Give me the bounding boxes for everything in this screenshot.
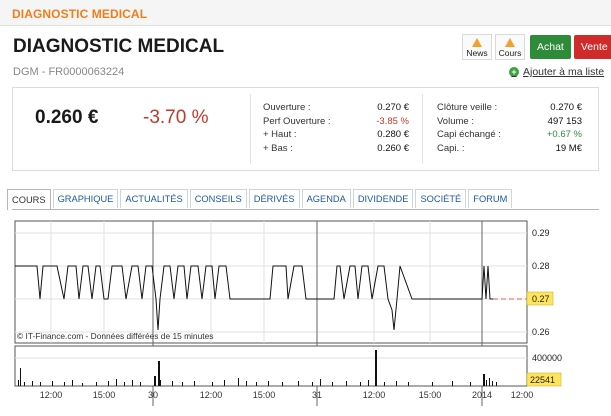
current-price-value: 0.27 xyxy=(532,294,550,304)
cours-button[interactable]: Cours xyxy=(495,34,525,60)
brand-title: DIAGNOSTIC MEDICAL xyxy=(12,7,148,21)
data-credit: © IT-Finance.com - Données différées de … xyxy=(17,331,213,341)
price-tick-label: 0.28 xyxy=(532,261,550,271)
divider xyxy=(250,94,251,164)
action-bar: News Cours Achat Vente xyxy=(462,34,611,60)
tab-dividende[interactable]: DIVIDENDE xyxy=(352,189,414,208)
news-label: News xyxy=(466,48,488,58)
quote-panel: 0.260 € -3.70 % Ouverture :0.270 € Perf … xyxy=(12,87,599,171)
watchlist-label: Ajouter à ma liste xyxy=(523,66,605,78)
price-chart-panel: 0.29 0.28 0.26 0.27 © IT-Finance.com - D… xyxy=(12,209,599,411)
stat-row: Capi échangé : +0.67 % xyxy=(437,129,582,140)
time-tick-label: 30 xyxy=(148,390,158,400)
tab-forum[interactable]: FORUM xyxy=(468,189,513,208)
volume-tick-label: 400000 xyxy=(532,353,562,363)
intraday-chart: 0.29 0.28 0.26 0.27 © IT-Finance.com - D… xyxy=(14,220,562,406)
tab-derives[interactable]: DÉRIVÉS xyxy=(248,189,300,208)
cours-label: Cours xyxy=(498,48,522,58)
stat-row: Ouverture :0.270 € xyxy=(263,102,409,113)
stat-row: + Haut :0.280 € xyxy=(263,129,409,140)
tab-agenda[interactable]: AGENDA xyxy=(301,189,351,208)
divider xyxy=(422,94,423,164)
time-tick-label: 12:00 xyxy=(200,390,223,400)
time-tick-label: 2014 xyxy=(472,390,492,400)
stock-title: DIAGNOSTIC MEDICAL xyxy=(13,36,225,57)
last-price: 0.260 € xyxy=(35,107,99,128)
stat-row: Clôture veille :0.270 € xyxy=(437,102,582,113)
time-tick-label: 12:00 xyxy=(363,390,386,400)
tab-conseils[interactable]: CONSEILS xyxy=(189,189,247,208)
current-volume-value: 22541 xyxy=(530,375,555,385)
price-change: -3.70 % xyxy=(143,107,209,128)
time-axis-labels: 12:00 15:00 30 12:00 15:00 31 12:00 15:0… xyxy=(40,390,534,400)
stat-row: + Bas :0.260 € xyxy=(263,142,409,154)
megaphone-icon xyxy=(505,38,515,47)
price-tick-label: 0.29 xyxy=(532,228,550,238)
time-tick-label: 15:00 xyxy=(419,390,442,400)
plus-icon: + xyxy=(509,67,519,77)
tab-bar: COURS GRAPHIQUE ACTUALITÉS CONSEILS DÉRI… xyxy=(7,189,514,210)
time-tick-label: 12:00 xyxy=(40,390,63,400)
top-bar: DIAGNOSTIC MEDICAL xyxy=(0,0,611,26)
stat-row: Capi. :19 M€ xyxy=(437,142,582,154)
ticker-isin: DGM - FR0000063224 xyxy=(13,66,125,78)
tab-cours[interactable]: COURS xyxy=(7,189,51,210)
stats-left: Ouverture :0.270 € Perf Ouverture : -3.85… xyxy=(263,101,409,155)
price-axis-labels: 0.29 0.28 0.26 xyxy=(532,228,550,337)
stat-row: Perf Ouverture : -3.85 % xyxy=(263,115,409,127)
price-panel-frame xyxy=(14,220,528,344)
buy-button[interactable]: Achat xyxy=(530,35,571,59)
time-tick-label: 15:00 xyxy=(93,390,116,400)
volume-panel-frame xyxy=(14,345,528,387)
time-tick-label: 15:00 xyxy=(253,390,276,400)
tab-actualites[interactable]: ACTUALITÉS xyxy=(120,189,188,208)
stats-right: Clôture veille :0.270 € Volume :497 153 … xyxy=(437,101,582,155)
tab-graphique[interactable]: GRAPHIQUE xyxy=(52,189,119,208)
time-tick-label: 12:00 xyxy=(511,390,534,400)
megaphone-icon xyxy=(472,38,482,47)
sell-button[interactable]: Vente xyxy=(573,35,611,59)
add-to-watchlist-link[interactable]: + Ajouter à ma liste xyxy=(509,66,604,78)
news-button[interactable]: News xyxy=(462,34,492,60)
price-tick-label: 0.26 xyxy=(532,327,550,337)
tab-societe[interactable]: SOCIÉTÉ xyxy=(415,189,467,208)
time-tick-label: 31 xyxy=(312,390,322,400)
stat-row: Volume :497 153 xyxy=(437,115,582,127)
